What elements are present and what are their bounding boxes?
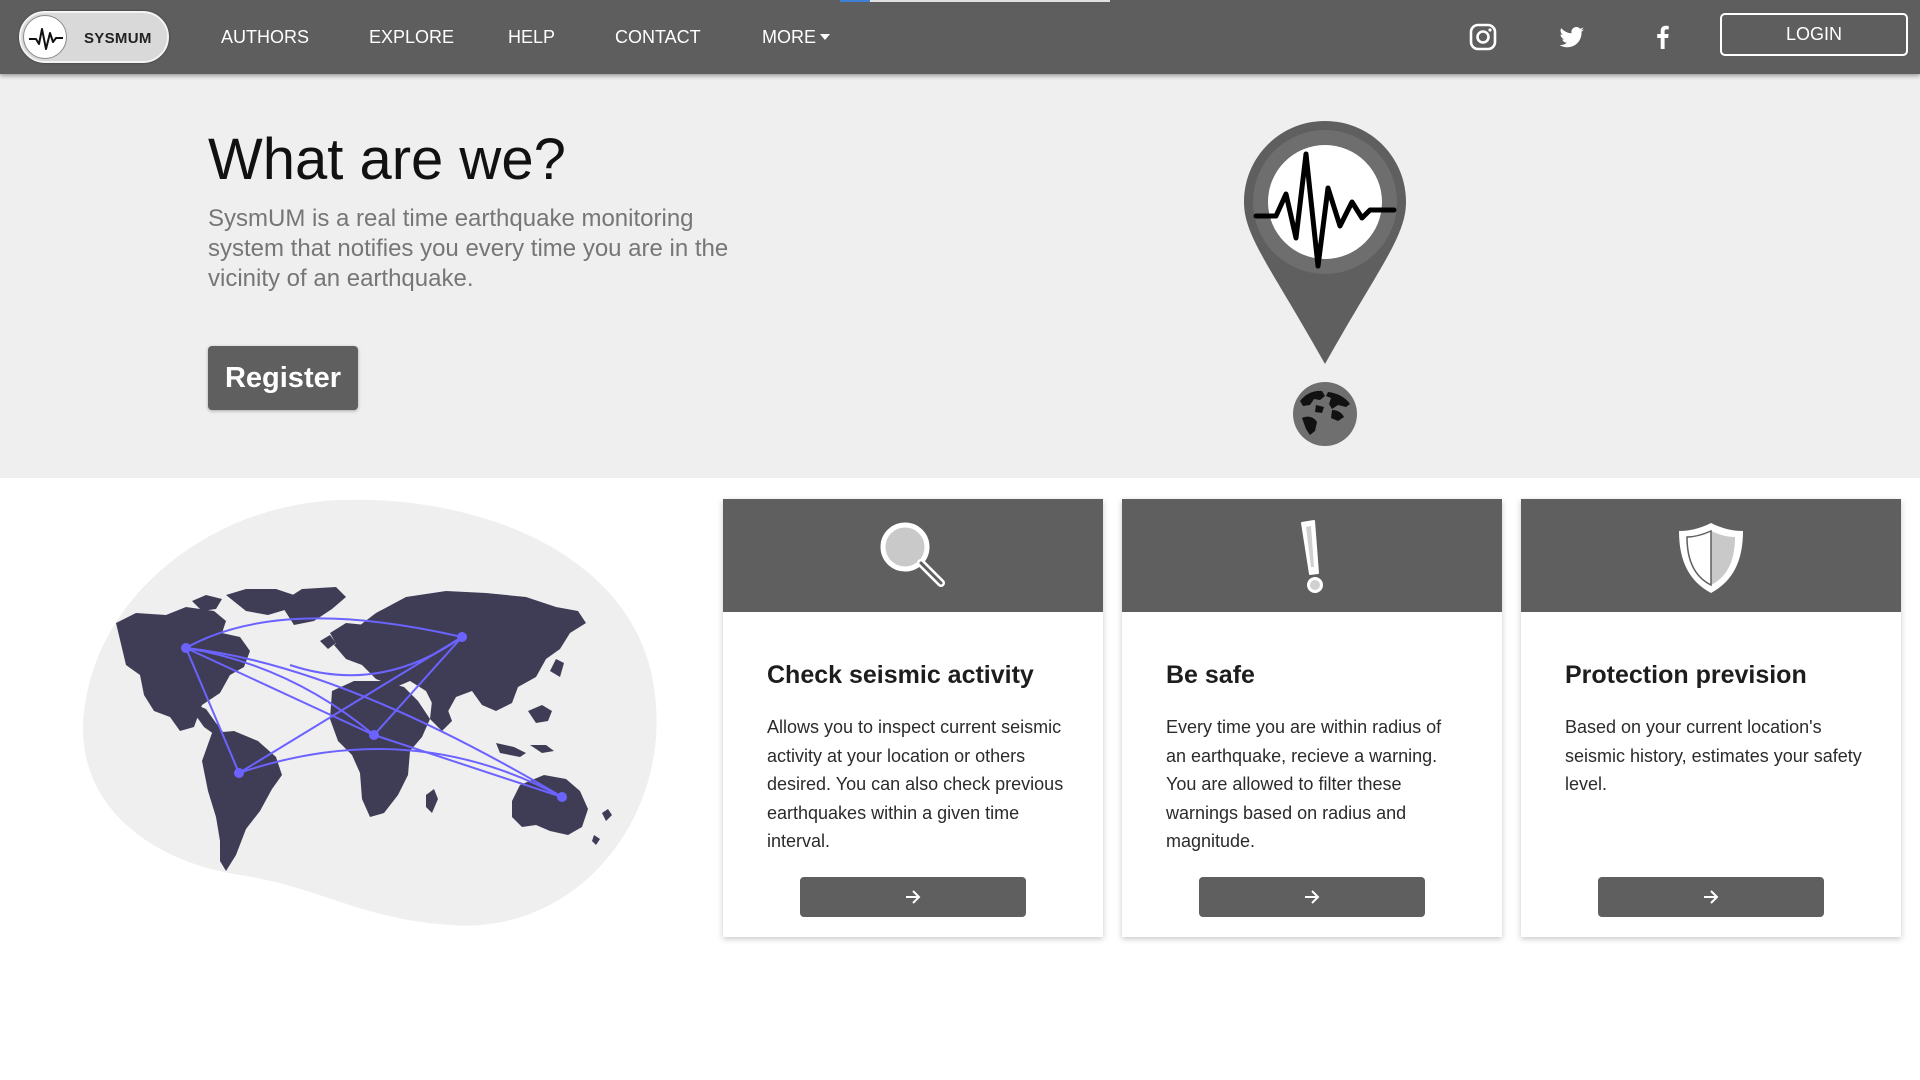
- login-button[interactable]: LOGIN: [1720, 13, 1908, 56]
- globe-icon: [1293, 382, 1357, 446]
- page-load-indicator-progress: [840, 0, 870, 2]
- hero-section: What are we? SysmUM is a real time earth…: [0, 74, 1920, 478]
- facebook-icon[interactable]: [1648, 22, 1678, 52]
- card-header: [723, 499, 1103, 612]
- magnifier-icon: [873, 517, 953, 597]
- card-description: Based on your current location's seismic…: [1565, 717, 1862, 794]
- feature-card-be-safe: Be safe Every time you are within radius…: [1122, 499, 1502, 937]
- page-load-indicator: [840, 0, 1110, 2]
- seismic-pin-illustration: [1220, 98, 1430, 458]
- feature-card-seismic-activity: Check seismic activity Allows you to ins…: [723, 499, 1103, 937]
- world-map-illustration: [80, 495, 660, 935]
- card-title: Protection prevision: [1565, 661, 1807, 689]
- card-header: [1122, 499, 1502, 612]
- hero-title: What are we?: [208, 127, 566, 192]
- exclamation-icon: [1272, 517, 1352, 597]
- card-arrow-button[interactable]: [800, 877, 1026, 917]
- top-navbar: SYSMUM AUTHORS EXPLORE HELP CONTACT MORE…: [0, 0, 1920, 74]
- card-description: Every time you are within radius of an e…: [1166, 717, 1442, 851]
- feature-card-protection-prevision: Protection prevision Based on your curre…: [1521, 499, 1901, 937]
- shield-icon: [1671, 517, 1751, 597]
- brand-logo[interactable]: SYSMUM: [19, 11, 169, 63]
- card-header: [1521, 499, 1901, 612]
- hero-description: SysmUM is a real time earthquake monitor…: [208, 205, 729, 292]
- card-arrow-button[interactable]: [1598, 877, 1824, 917]
- card-title: Be safe: [1166, 661, 1255, 689]
- arrow-right-icon: [906, 890, 921, 904]
- nav-link-contact[interactable]: CONTACT: [615, 27, 701, 48]
- brand-name: SYSMUM: [84, 30, 152, 47]
- card-description: Allows you to inspect current seismic ac…: [767, 717, 1064, 851]
- arrow-right-icon: [1704, 890, 1719, 904]
- card-arrow-button[interactable]: [1199, 877, 1425, 917]
- register-button[interactable]: Register: [208, 346, 358, 410]
- nav-link-authors[interactable]: AUTHORS: [221, 27, 309, 48]
- caret-down-icon: [820, 33, 830, 40]
- nav-dropdown-more[interactable]: MORE: [762, 27, 830, 48]
- seismograph-logo-icon: [23, 15, 67, 59]
- card-title: Check seismic activity: [767, 661, 1034, 689]
- nav-dropdown-more-label: MORE: [762, 27, 816, 47]
- instagram-icon[interactable]: [1468, 22, 1498, 52]
- nav-link-help[interactable]: HELP: [508, 27, 555, 48]
- arrow-right-icon: [1305, 890, 1320, 904]
- nav-link-explore[interactable]: EXPLORE: [369, 27, 454, 48]
- twitter-icon[interactable]: [1557, 22, 1587, 52]
